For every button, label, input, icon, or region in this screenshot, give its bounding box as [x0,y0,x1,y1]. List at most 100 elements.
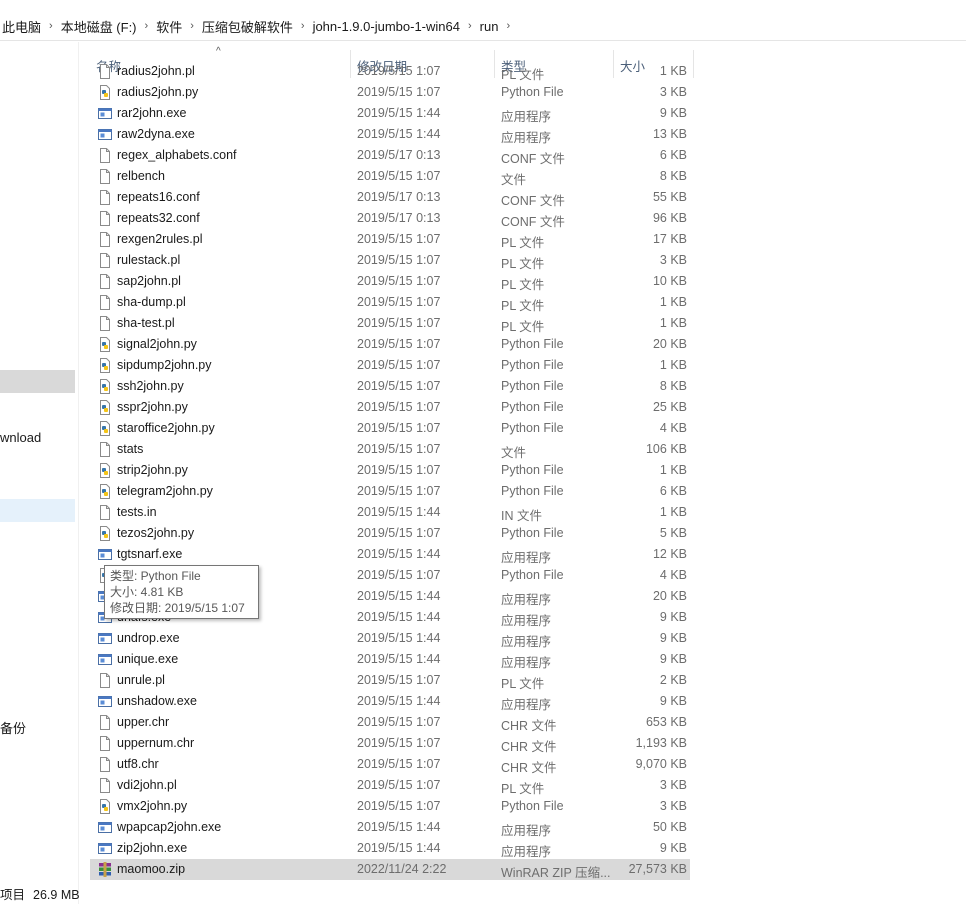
document-icon [98,673,112,688]
file-name: repeats16.conf [117,190,200,204]
file-row[interactable]: stats 2019/5/15 1:07 文件 106 KB [90,439,690,460]
file-date: 2019/5/15 1:07 [357,253,441,267]
file-size: 1,193 KB [635,736,687,750]
file-type: PL 文件 [501,68,545,82]
file-date: 2019/5/15 1:44 [357,820,441,834]
file-date: 2019/5/15 1:07 [357,526,441,540]
python-icon [98,799,112,814]
file-name: radius2john.pl [117,64,195,78]
chevron-right-icon[interactable]: › [47,20,55,32]
file-row[interactable]: uppernum.chr 2019/5/15 1:07 CHR 文件 1,193 KB [90,733,690,754]
file-row[interactable]: sha-test.pl 2019/5/15 1:07 PL 文件 1 KB [90,313,690,334]
file-row[interactable]: undrop.exe 2019/5/15 1:44 应用程序 9 KB [90,628,690,649]
file-row[interactable]: vdi2john.pl 2019/5/15 1:07 PL 文件 3 KB [90,775,690,796]
document-icon [98,505,112,520]
chevron-right-icon[interactable]: › [188,20,196,32]
file-type: 应用程序 [501,845,552,859]
breadcrumb-item[interactable]: 本地磁盘 (F:) [55,17,143,36]
file-date: 2019/5/15 1:44 [357,547,441,561]
exe-icon [98,654,112,665]
file-row[interactable]: staroffice2john.py 2019/5/15 1:07 Python F… [90,418,690,439]
nav-item-hover[interactable] [0,499,75,522]
status-bar: 项目 26.9 MB [0,884,80,903]
file-row[interactable]: radius2john.pl 2019/5/15 1:07 PL 文件 1 KB [90,61,690,82]
file-row[interactable]: rexgen2rules.pl 2019/5/15 1:07 PL 文件 17 KB [90,229,690,250]
file-date: 2019/5/15 1:07 [357,316,441,330]
python-icon [100,400,110,415]
breadcrumb-item[interactable]: run [474,19,505,34]
file-row[interactable]: sha-dump.pl 2019/5/15 1:07 PL 文件 1 KB [90,292,690,313]
python-icon [98,526,112,541]
file-date: 2019/5/15 1:07 [357,568,441,582]
status-items-label: 项目 [0,888,26,902]
file-date: 2019/5/15 1:07 [357,442,441,456]
file-row[interactable]: rar2john.exe 2019/5/15 1:44 应用程序 9 KB [90,103,690,124]
file-row[interactable]: vmx2john.py 2019/5/15 1:07 Python File 3 KB [90,796,690,817]
python-icon [98,421,112,436]
document-icon [98,169,112,184]
file-size: 9 KB [659,694,687,708]
file-type: Python File [501,463,564,477]
file-name: sspr2john.py [117,400,188,414]
chevron-right-icon[interactable]: › [299,20,307,32]
file-type: Python File [501,400,564,414]
file-row[interactable]: utf8.chr 2019/5/15 1:07 CHR 文件 9,070 KB [90,754,690,775]
column-divider[interactable] [693,50,694,78]
file-name: tgtsnarf.exe [117,547,183,561]
nav-item-backup[interactable]: 备份 [0,718,26,737]
file-row[interactable]: repeats16.conf 2019/5/17 0:13 CONF 文件 55 KB [90,187,690,208]
file-row[interactable]: telegram2john.py 2019/5/15 1:07 Python Fil… [90,481,690,502]
file-row[interactable]: zip2john.exe 2019/5/15 1:44 应用程序 9 KB [90,838,690,859]
chevron-right-icon[interactable]: › [466,20,474,32]
breadcrumb-item[interactable]: john-1.9.0-jumbo-1-win64 [307,19,466,34]
file-row[interactable]: signal2john.py 2019/5/15 1:07 Python File 2… [90,334,690,355]
file-row[interactable]: wpapcap2john.exe 2019/5/15 1:44 应用程序 50 KB [90,817,690,838]
file-name: tests.in [117,505,157,519]
file-date: 2019/5/15 1:07 [357,400,441,414]
file-tooltip: 类型: Python File 大小: 4.81 KB 修改日期: 2019/5… [104,565,259,619]
file-row[interactable]: unrule.pl 2019/5/15 1:07 PL 文件 2 KB [90,670,690,691]
file-row[interactable]: tezos2john.py 2019/5/15 1:07 Python File 5 … [90,523,690,544]
file-row[interactable]: relbench 2019/5/15 1:07 文件 8 KB [90,166,690,187]
python-icon [100,379,110,394]
document-icon [100,673,110,688]
file-row[interactable]: strip2john.py 2019/5/15 1:07 Python File 1 … [90,460,690,481]
file-row[interactable]: rulestack.pl 2019/5/15 1:07 PL 文件 3 KB [90,250,690,271]
file-row[interactable]: unshadow.exe 2019/5/15 1:44 应用程序 9 KB [90,691,690,712]
vertical-scrollbar[interactable] [956,42,966,884]
file-row[interactable]: regex_alphabets.conf 2019/5/17 0:13 CONF 文… [90,145,690,166]
file-row[interactable]: repeats32.conf 2019/5/17 0:13 CONF 文件 96 KB [90,208,690,229]
file-row[interactable]: maomoo.zip 2022/11/24 2:22 WinRAR ZIP 压缩..… [90,859,690,880]
file-row[interactable]: radius2john.py 2019/5/15 1:07 Python File 3… [90,82,690,103]
file-row[interactable]: raw2dyna.exe 2019/5/15 1:44 应用程序 13 KB [90,124,690,145]
nav-item-highlighted[interactable] [0,370,75,393]
file-row[interactable]: upper.chr 2019/5/15 1:07 CHR 文件 653 KB [90,712,690,733]
python-icon [98,463,112,478]
file-row[interactable]: sipdump2john.py 2019/5/15 1:07 Python File… [90,355,690,376]
address-bar[interactable]: 此电脑 › 本地磁盘 (F:) › 软件 › 压缩包破解软件 › john-1.9.0-jumb… [0,12,966,41]
file-type: Python File [501,85,564,99]
file-size: 106 KB [645,442,687,456]
document-icon [98,736,112,751]
file-type: 文件 [501,446,527,460]
file-row[interactable]: tgtsnarf.exe 2019/5/15 1:44 应用程序 12 KB [90,544,690,565]
file-row[interactable]: ssh2john.py 2019/5/15 1:07 Python File 8 KB [90,376,690,397]
file-type: 应用程序 [501,131,552,145]
nav-item-download[interactable]: wnload [0,430,41,445]
breadcrumb-item[interactable]: 软件 [150,17,188,36]
file-row[interactable]: sap2john.pl 2019/5/15 1:07 PL 文件 10 KB [90,271,690,292]
breadcrumb-item[interactable]: 压缩包破解软件 [196,17,299,36]
breadcrumb-item[interactable]: 此电脑 [0,17,47,36]
chevron-right-icon[interactable]: › [504,20,512,32]
chevron-right-icon[interactable]: › [143,20,151,32]
document-icon [98,190,112,205]
file-row[interactable]: sspr2john.py 2019/5/15 1:07 Python File 25 … [90,397,690,418]
file-date: 2019/5/17 0:13 [357,148,441,162]
file-row[interactable]: unique.exe 2019/5/15 1:44 应用程序 9 KB [90,649,690,670]
file-size: 10 KB [652,274,687,288]
exe-icon [98,843,112,854]
file-type: Python File [501,526,564,540]
file-date: 2019/5/15 1:44 [357,610,441,624]
file-row[interactable]: tests.in 2019/5/15 1:44 IN 文件 1 KB [90,502,690,523]
file-type: CONF 文件 [501,215,565,229]
